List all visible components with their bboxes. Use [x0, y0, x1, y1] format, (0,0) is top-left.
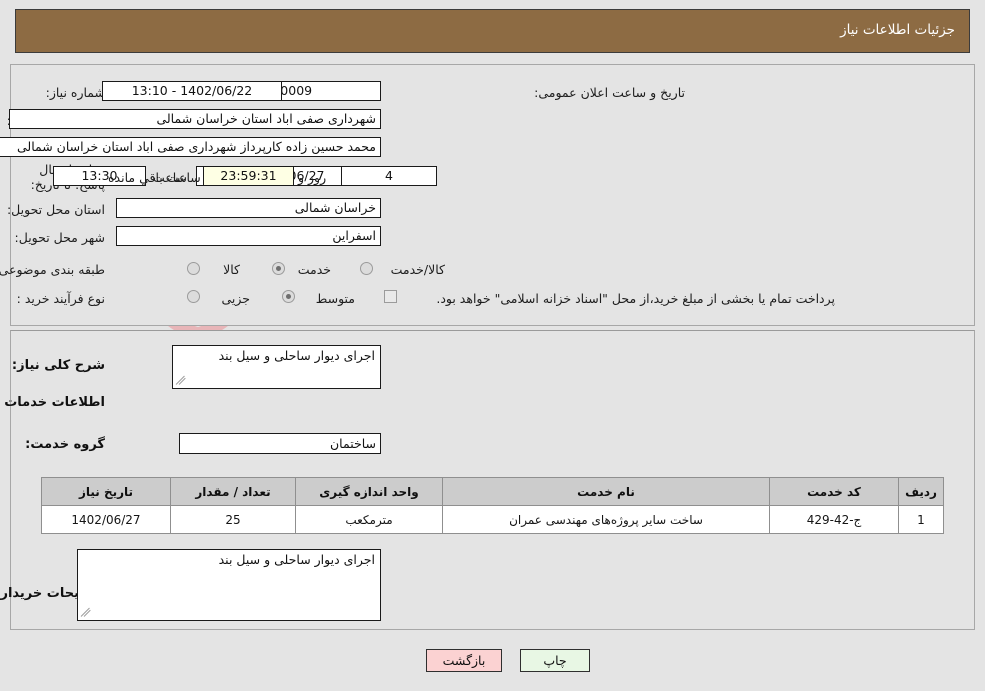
- category-radio-2[interactable]: [360, 262, 373, 275]
- service-group-label: گروه خدمت:: [25, 437, 105, 452]
- services-table: ردیف کد خدمت نام خدمت واحد اندازه گیری ت…: [41, 477, 944, 534]
- category-radio-0[interactable]: [187, 262, 200, 275]
- remaining-time-value: 23:59:31: [203, 166, 294, 186]
- city-value: اسفراین: [116, 226, 381, 246]
- general-desc-textarea[interactable]: اجرای دیوار ساحلی و سیل بند: [172, 345, 381, 389]
- city-label: شهر محل تحویل:: [14, 230, 105, 245]
- announce-datetime-label: تاریخ و ساعت اعلان عمومی:: [534, 85, 685, 100]
- creator-value: محمد حسین زاده کارپرداز شهرداری صفی اباد…: [0, 137, 381, 157]
- cell-unit: مترمکعب: [295, 505, 443, 534]
- cell-quantity: 25: [170, 505, 296, 534]
- remaining-days-label: روز و: [298, 170, 327, 185]
- need-number-label: شماره نیاز:: [45, 85, 105, 100]
- th-name: نام خدمت: [442, 477, 770, 506]
- th-unit: واحد اندازه گیری: [295, 477, 443, 506]
- category-option-1-label: خدمت: [297, 262, 331, 277]
- announce-datetime-value: 1402/06/22 - 13:10: [102, 81, 282, 101]
- page-title: جزئیات اطلاعات نیاز: [840, 22, 955, 38]
- buyer-org-value: شهرداری صفی اباد استان خراسان شمالی: [9, 109, 381, 129]
- general-desc-value: اجرای دیوار ساحلی و سیل بند: [218, 348, 375, 363]
- category-radio-1[interactable]: [272, 262, 285, 275]
- services-section-title: اطلاعات خدمات مورد نیاز: [0, 395, 105, 410]
- buyer-notes-textarea[interactable]: اجرای دیوار ساحلی و سیل بند: [77, 549, 381, 621]
- table-row: 1 ج-42-429 ساخت سایر پروژه‌های مهندسی عم…: [41, 505, 944, 534]
- table-header-row: ردیف کد خدمت نام خدمت واحد اندازه گیری ت…: [41, 477, 944, 506]
- back-button[interactable]: بازگشت: [426, 649, 502, 672]
- page-title-bar: جزئیات اطلاعات نیاز: [15, 9, 970, 53]
- province-value: خراسان شمالی: [116, 198, 381, 218]
- th-date: تاریخ نیاز: [41, 477, 171, 506]
- need-details-page: AriaTender.net جزئیات اطلاعات نیاز شماره…: [0, 0, 985, 691]
- need-summary-panel: [10, 64, 975, 326]
- cell-date: 1402/06/27: [41, 505, 171, 534]
- print-button[interactable]: چاپ: [520, 649, 590, 672]
- cell-name: ساخت سایر پروژه‌های مهندسی عمران: [442, 505, 770, 534]
- process-label: نوع فرآیند خرید :: [16, 291, 105, 306]
- resize-grip-icon[interactable]: [175, 374, 188, 386]
- cell-row: 1: [898, 505, 944, 534]
- category-option-0-label: کالا: [223, 262, 240, 277]
- general-desc-label: شرح کلی نیاز:: [11, 358, 105, 373]
- treasury-checkbox-label: پرداخت تمام یا بخشی از مبلغ خرید،از محل …: [436, 291, 835, 306]
- service-group-value: ساختمان: [179, 433, 381, 454]
- category-label: طبقه بندی موضوعی:: [0, 262, 105, 277]
- province-label: استان محل تحویل:: [6, 202, 105, 217]
- buyer-notes-value: اجرای دیوار ساحلی و سیل بند: [218, 552, 375, 567]
- remaining-time-label: ساعت باقي مانده: [108, 170, 201, 185]
- category-option-2-label: کالا/خدمت: [390, 262, 445, 277]
- remaining-days-value: 4: [341, 166, 437, 186]
- th-row: ردیف: [898, 477, 944, 506]
- resize-grip-icon-2[interactable]: [80, 606, 93, 618]
- cell-code: ج-42-429: [769, 505, 899, 534]
- th-quantity: تعداد / مقدار: [170, 477, 296, 506]
- th-code: کد خدمت: [769, 477, 899, 506]
